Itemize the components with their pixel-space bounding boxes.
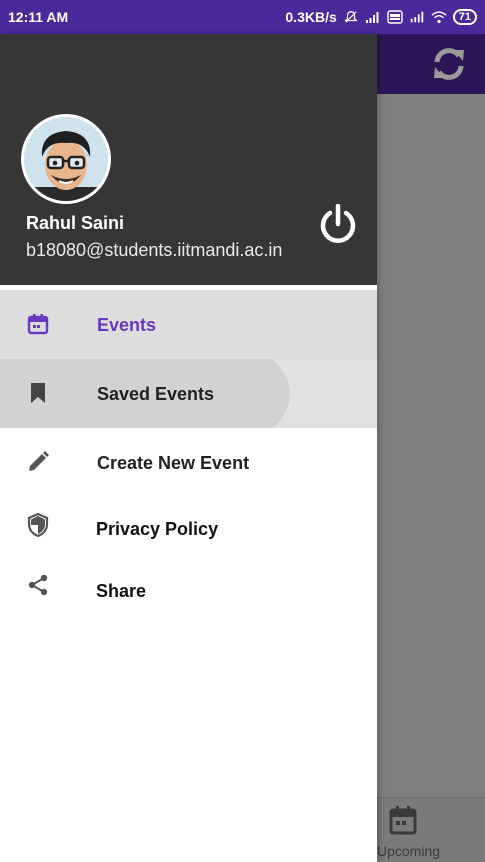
navigation-drawer: Rahul Saini b18080@students.iitmandi.ac.… — [0, 34, 377, 862]
status-bar: 12:11 AM 0.3KB/s 71 — [0, 0, 485, 34]
status-right: 0.3KB/s 71 — [285, 9, 477, 25]
menu-item-events[interactable]: Events — [0, 290, 377, 359]
battery-icon: 71 — [452, 9, 477, 25]
calendar-icon — [27, 314, 49, 335]
avatar[interactable] — [21, 114, 111, 204]
volte-icon — [387, 10, 403, 24]
refresh-icon[interactable] — [430, 46, 468, 82]
wifi-icon — [431, 11, 447, 24]
menu-item-label: Saved Events — [97, 384, 215, 404]
share-icon — [28, 574, 48, 596]
network-speed: 0.3KB/s — [285, 9, 337, 25]
menu-item-label: Create New Event — [97, 453, 250, 473]
drawer-header: Rahul Saini b18080@students.iitmandi.ac.… — [0, 34, 377, 285]
power-icon[interactable] — [318, 204, 358, 244]
menu-item-create-new-event[interactable]: Create New Event — [0, 428, 377, 496]
mute-icon — [344, 11, 358, 23]
avatar-image — [24, 117, 108, 201]
user-name: Rahul Saini — [26, 213, 125, 233]
dimmed-app-content[interactable] — [377, 34, 485, 862]
bookmark-icon — [31, 383, 45, 403]
signal-icon — [365, 12, 379, 23]
shield-icon — [27, 513, 49, 537]
status-time: 12:11 AM — [8, 9, 69, 25]
menu-item-label: Events — [97, 315, 157, 335]
menu-item-label: Privacy Policy — [96, 519, 219, 539]
menu-item-privacy-policy[interactable]: Privacy Policy — [0, 496, 377, 559]
menu-item-label: Share — [96, 581, 147, 601]
pencil-icon — [29, 451, 49, 471]
calendar-icon[interactable] — [389, 805, 417, 835]
menu-item-share[interactable]: Share — [0, 559, 377, 619]
4g-signal-icon — [410, 11, 423, 23]
bottom-nav-upcoming-label[interactable]: Upcoming — [377, 843, 440, 859]
user-email: b18080@students.iitmandi.ac.in — [26, 240, 283, 260]
menu-item-saved-events[interactable]: Saved Events — [0, 359, 377, 428]
